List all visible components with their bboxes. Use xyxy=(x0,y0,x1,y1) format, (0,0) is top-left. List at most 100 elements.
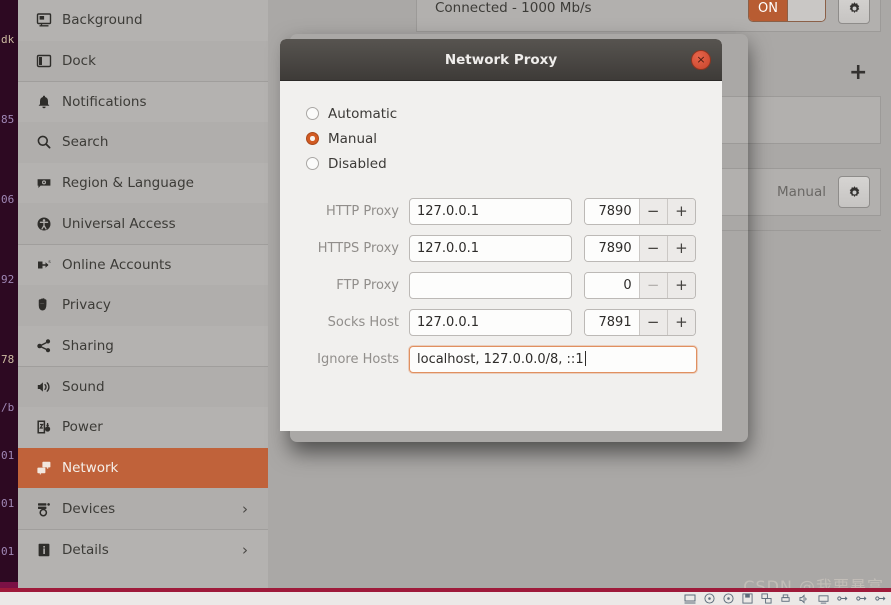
dialog-body: Automatic Manual Disabled HTTP Proxy 127… xyxy=(280,81,722,373)
field-row-socks-host: Socks Host 127.0.0.1 7891 − + xyxy=(306,309,696,336)
proxy-value-label: Manual xyxy=(776,184,826,200)
sidebar-item-label: Power xyxy=(62,419,103,436)
proxy-settings-button[interactable] xyxy=(838,176,870,208)
radio-disabled[interactable]: Disabled xyxy=(306,151,696,176)
sidebar-item-universal-access[interactable]: Universal Access xyxy=(18,203,268,245)
sidebar-item-power[interactable]: Power xyxy=(18,407,268,448)
sidebar-item-details[interactable]: Details › xyxy=(18,528,268,570)
usb-icon[interactable] xyxy=(854,593,868,604)
port-value[interactable]: 7891 xyxy=(585,310,639,335)
chevron-right-icon: › xyxy=(242,540,248,559)
display-icon[interactable] xyxy=(816,593,830,604)
port-decrement-button[interactable]: − xyxy=(638,236,667,261)
radio-manual[interactable]: Manual xyxy=(306,126,696,151)
socks-port-stepper[interactable]: 7891 − + xyxy=(584,309,696,336)
wired-connection-row: Connected - 1000 Mb/s ON xyxy=(416,0,881,32)
sidebar-item-online-accounts[interactable]: s Online Accounts xyxy=(18,244,268,285)
field-label: HTTPS Proxy xyxy=(317,241,399,256)
vm-status-toolbar[interactable] xyxy=(0,592,891,605)
accessibility-icon xyxy=(36,216,62,232)
desktop-screen: dk 85 06 92 78 /b 01 01 01 e dk _1 / / /… xyxy=(0,0,891,605)
sidebar-item-search[interactable]: Search xyxy=(18,122,268,163)
chevron-right-icon: › xyxy=(242,499,248,518)
ftp-proxy-port-stepper[interactable]: 0 − + xyxy=(584,272,696,299)
http-proxy-port-stepper[interactable]: 7890 − + xyxy=(584,198,696,225)
radio-label: Disabled xyxy=(328,155,387,172)
sidebar-item-sharing[interactable]: Sharing xyxy=(18,326,268,367)
sidebar-item-label: Region & Language xyxy=(62,175,194,192)
terminal-line: 85 xyxy=(1,113,15,126)
sidebar-item-label: Background xyxy=(62,12,143,29)
floppy-icon[interactable] xyxy=(740,593,754,604)
wired-settings-button[interactable] xyxy=(838,0,870,24)
printer-icon[interactable] xyxy=(778,593,792,604)
https-proxy-port-stepper[interactable]: 7890 − + xyxy=(584,235,696,262)
online-accounts-icon: s xyxy=(36,257,62,273)
close-icon[interactable]: × xyxy=(691,49,711,70)
ignore-hosts-input[interactable]: localhost, 127.0.0.0/8, ::1 xyxy=(409,346,697,373)
usb-icon[interactable] xyxy=(835,593,849,604)
sidebar-item-label: Details xyxy=(62,541,109,558)
dock-icon xyxy=(36,53,62,69)
sidebar-item-region-language[interactable]: Region & Language xyxy=(18,163,268,204)
field-label: Socks Host xyxy=(327,315,399,330)
share-icon xyxy=(36,338,62,354)
socks-host-input[interactable]: 127.0.0.1 xyxy=(409,309,572,336)
terminal-line: 01 xyxy=(1,545,15,558)
terminal-window-sliver[interactable]: dk 85 06 92 78 /b 01 01 01 e dk _1 / / /… xyxy=(0,0,18,590)
sidebar-item-label: Sound xyxy=(62,379,105,396)
port-decrement-button[interactable]: − xyxy=(638,273,667,298)
sidebar-item-label: Privacy xyxy=(62,297,111,314)
settings-window: Background Dock Notifications Search Reg… xyxy=(18,0,891,588)
radio-label: Automatic xyxy=(328,105,398,122)
radio-mark-icon xyxy=(306,157,319,170)
usb-icon[interactable] xyxy=(873,593,887,604)
disc-icon[interactable] xyxy=(721,593,735,604)
field-row-ignore-hosts: Ignore Hosts localhost, 127.0.0.0/8, ::1 xyxy=(306,346,697,373)
port-decrement-button[interactable]: − xyxy=(638,199,667,224)
field-label: HTTP Proxy xyxy=(325,204,399,219)
add-connection-button[interactable]: + xyxy=(849,62,867,84)
port-increment-button[interactable]: + xyxy=(666,236,695,261)
wired-toggle[interactable]: ON xyxy=(748,0,826,22)
sidebar-item-label: Dock xyxy=(62,53,96,70)
sidebar-item-label: Network xyxy=(62,459,119,476)
monitor-background-icon xyxy=(36,12,62,28)
port-value[interactable]: 7890 xyxy=(585,199,639,224)
sidebar-item-label: Sharing xyxy=(62,337,114,354)
sidebar-item-dock[interactable]: Dock xyxy=(18,40,268,82)
terminal-line: 78 xyxy=(1,353,15,366)
sidebar-item-network[interactable]: Network xyxy=(18,447,268,489)
port-decrement-button[interactable]: − xyxy=(638,310,667,335)
sidebar-item-privacy[interactable]: Privacy xyxy=(18,284,268,326)
terminal-line: 06 xyxy=(1,193,15,206)
radio-mark-icon xyxy=(306,107,319,120)
sound-icon[interactable] xyxy=(797,593,811,604)
dialog-titlebar[interactable]: Network Proxy × xyxy=(280,39,722,81)
sidebar-item-background[interactable]: Background xyxy=(18,0,268,41)
http-proxy-host-input[interactable]: 127.0.0.1 xyxy=(409,198,572,225)
port-increment-button[interactable]: + xyxy=(666,310,695,335)
region-language-icon xyxy=(36,175,62,191)
port-value[interactable]: 7890 xyxy=(585,236,639,261)
port-value[interactable]: 0 xyxy=(585,273,639,298)
toggle-on-label: ON xyxy=(749,0,787,21)
radio-automatic[interactable]: Automatic xyxy=(306,101,696,126)
settings-sidebar[interactable]: Background Dock Notifications Search Reg… xyxy=(18,0,269,588)
field-row-https-proxy: HTTPS Proxy 127.0.0.1 7890 − + xyxy=(306,235,696,262)
disc-icon[interactable] xyxy=(702,593,716,604)
port-increment-button[interactable]: + xyxy=(666,273,695,298)
wired-status-label: Connected - 1000 Mb/s xyxy=(435,0,592,16)
https-proxy-host-input[interactable]: 127.0.0.1 xyxy=(409,235,572,262)
sidebar-item-notifications[interactable]: Notifications xyxy=(18,81,268,122)
sidebar-item-sound[interactable]: Sound xyxy=(18,366,268,407)
svg-text:s: s xyxy=(48,259,51,264)
screen-icon[interactable] xyxy=(683,593,697,604)
proxy-mode-radio-group[interactable]: Automatic Manual Disabled xyxy=(306,101,696,176)
port-increment-button[interactable]: + xyxy=(666,199,695,224)
sidebar-item-devices[interactable]: Devices › xyxy=(18,488,268,529)
field-label: FTP Proxy xyxy=(336,278,399,293)
search-icon xyxy=(36,134,62,150)
ftp-proxy-host-input[interactable] xyxy=(409,272,572,299)
network-icon[interactable] xyxy=(759,593,773,604)
